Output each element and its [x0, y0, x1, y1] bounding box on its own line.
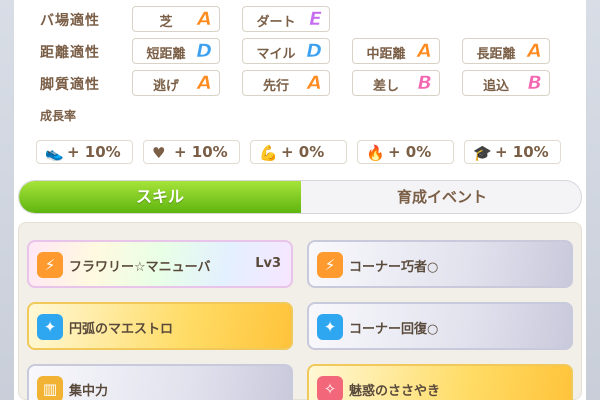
aptitude-cell-long: 長距離 A — [462, 38, 550, 64]
growth-wisdom: 🎓 + 10% — [464, 140, 561, 164]
growth-value: + 10% — [495, 143, 549, 161]
growth-value: + 10% — [174, 143, 228, 161]
aptitude-name: 長距離 — [476, 47, 516, 62]
skill-level: Lv3 — [255, 256, 281, 271]
growth-value: + 0% — [281, 143, 325, 161]
growth-guts: 🔥 + 0% — [357, 140, 454, 164]
recovery-sparkle-icon: ✦ — [317, 314, 343, 340]
distance-aptitude-row: 距離適性 短距離 D マイル D 中距離 A 長距離 A — [14, 38, 586, 64]
skill-card[interactable]: ⚡ フラワリー☆マニューバ Lv3 — [27, 240, 293, 288]
aptitude-name: 逃げ — [152, 79, 179, 94]
aptitude-cell-medium: 中距離 A — [352, 38, 440, 64]
style-aptitude-row: 脚質適性 逃げ A 先行 A 差し B 追込 B — [14, 70, 586, 96]
aptitude-name: 差し — [372, 79, 399, 94]
skill-name: コーナー巧者○ — [349, 260, 439, 275]
aptitude-name: マイル — [256, 47, 296, 62]
character-detail-panel: バ場適性 芝 A ダート E 距離適性 短距離 D マイル D 中距離 A 長距… — [14, 0, 586, 400]
aptitude-name: ダート — [256, 15, 296, 30]
skill-name: 魅惑のささやき — [349, 384, 441, 399]
wisdom-cap-icon: 🎓 — [473, 144, 492, 162]
style-aptitude-label: 脚質適性 — [40, 77, 100, 93]
aptitude-name: 短距離 — [146, 47, 186, 62]
aptitude-grade: B — [417, 72, 432, 95]
skill-card[interactable]: ✦ コーナー回復○ — [307, 302, 573, 350]
growth-value: + 10% — [67, 143, 121, 161]
aptitude-grade: A — [197, 72, 212, 95]
aptitude-cell-sprint: 短距離 D — [132, 38, 220, 64]
tab-skill[interactable]: スキル — [19, 181, 301, 213]
gate-icon: ▥ — [37, 376, 63, 400]
growth-power: 💪 + 0% — [250, 140, 347, 164]
stamina-heart-icon: ♥ — [152, 144, 166, 162]
power-arm-icon: 💪 — [259, 144, 278, 162]
tab-bar: スキル 育成イベント — [18, 180, 582, 214]
growth-stamina: ♥ + 10% — [143, 140, 240, 164]
aptitude-cell-end-closer: 追込 B — [462, 70, 550, 96]
guts-flame-icon: 🔥 — [366, 144, 385, 162]
tab-training-events[interactable]: 育成イベント — [301, 181, 581, 213]
aptitude-cell-mile: マイル D — [242, 38, 330, 64]
speed-up-icon: ⚡ — [317, 252, 343, 278]
growth-speed: 👟 + 10% — [36, 140, 133, 164]
growth-value: + 0% — [388, 143, 432, 161]
aptitude-name: 芝 — [159, 15, 173, 30]
aptitude-grade: D — [306, 40, 322, 63]
aptitude-grade: A — [307, 72, 322, 95]
growth-rate-title: 成長率 — [40, 109, 77, 123]
speed-icon: 👟 — [45, 144, 64, 162]
skill-name: コーナー回復○ — [349, 322, 439, 337]
skill-list: ⚡ フラワリー☆マニューバ Lv3 ⚡ コーナー巧者○ ✦ 円弧のマエストロ ✦… — [18, 222, 582, 400]
distance-aptitude-label: 距離適性 — [40, 45, 100, 61]
skill-name: 円弧のマエストロ — [69, 322, 174, 337]
track-aptitude-label: バ場適性 — [40, 13, 100, 29]
aptitude-cell-late-surger: 差し B — [352, 70, 440, 96]
track-aptitude-row: バ場適性 芝 A ダート E — [14, 6, 586, 32]
aptitude-cell-pace-chaser: 先行 A — [242, 70, 330, 96]
aptitude-grade: A — [417, 40, 432, 63]
aptitude-grade: D — [196, 40, 212, 63]
aptitude-cell-front-runner: 逃げ A — [132, 70, 220, 96]
aptitude-grade: E — [309, 8, 323, 31]
skill-card[interactable]: ✦ 円弧のマエストロ — [27, 302, 293, 350]
aptitude-grade: A — [197, 8, 212, 31]
aptitude-grade: A — [527, 40, 542, 63]
aptitude-name: 中距離 — [366, 47, 406, 62]
aptitude-grade: B — [527, 72, 542, 95]
skill-name: 集中力 — [69, 384, 109, 399]
aptitude-name: 追込 — [482, 79, 509, 94]
skill-card[interactable]: ▥ 集中力 — [27, 364, 293, 400]
aptitude-name: 先行 — [262, 79, 289, 94]
skill-card[interactable]: ⚡ コーナー巧者○ — [307, 240, 573, 288]
skill-card[interactable]: ✧ 魅惑のささやき — [307, 364, 573, 400]
aptitude-cell-turf: 芝 A — [132, 6, 220, 32]
recovery-sparkle-icon: ✦ — [37, 314, 63, 340]
speed-up-icon: ⚡ — [37, 252, 63, 278]
aptitude-cell-dirt: ダート E — [242, 6, 330, 32]
background-right-edge — [584, 0, 600, 400]
skill-name: フラワリー☆マニューバ — [69, 260, 211, 275]
debuff-sparkle-icon: ✧ — [317, 376, 343, 400]
